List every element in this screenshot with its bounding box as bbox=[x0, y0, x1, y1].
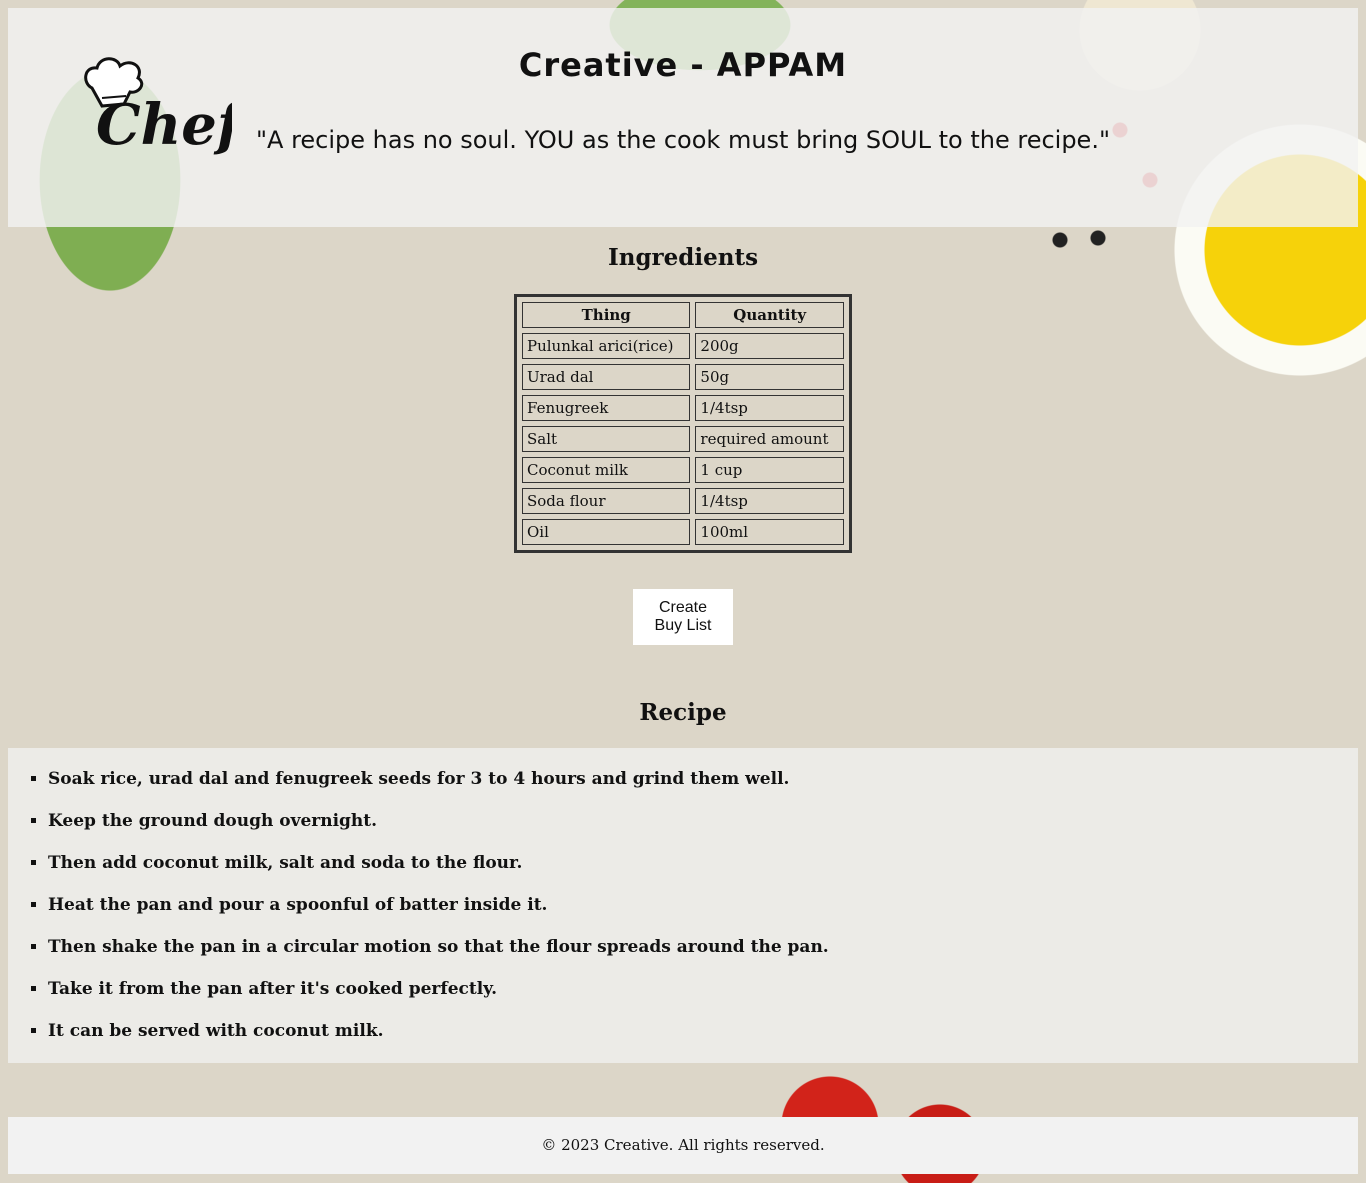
recipe-steps-list: Soak rice, urad dal and fenugreek seeds … bbox=[8, 748, 1358, 1062]
ingredient-quantity: 200g bbox=[695, 333, 844, 359]
list-item: Then shake the pan in a circular motion … bbox=[48, 936, 1358, 978]
ingredient-quantity: 50g bbox=[695, 364, 844, 390]
header-quote: "A recipe has no soul. YOU as the cook m… bbox=[255, 126, 1110, 154]
ingredient-quantity: 1 cup bbox=[695, 457, 844, 483]
page-title: Creative - APPAM bbox=[518, 46, 848, 84]
ingredient-name: Salt bbox=[522, 426, 691, 452]
logo-text: Chef bbox=[96, 92, 232, 158]
ingredients-heading: Ingredients bbox=[607, 244, 759, 271]
table-row: Coconut milk 1 cup bbox=[522, 457, 844, 483]
list-item: Take it from the pan after it's cooked p… bbox=[48, 978, 1358, 1020]
ingredient-name: Coconut milk bbox=[522, 457, 691, 483]
footer: © 2023 Creative. All rights reserved. bbox=[8, 1117, 1358, 1174]
column-header-thing: Thing bbox=[522, 302, 691, 328]
ingredient-quantity: 1/4tsp bbox=[695, 395, 844, 421]
footer-copyright: © 2023 Creative. All rights reserved. bbox=[541, 1136, 825, 1154]
ingredient-name: Fenugreek bbox=[522, 395, 691, 421]
create-buy-list-button[interactable]: Create Buy List bbox=[633, 589, 733, 645]
table-row: Pulunkal arici(rice) 200g bbox=[522, 333, 844, 359]
ingredient-quantity: 100ml bbox=[695, 519, 844, 545]
site-header: Chef Creative - APPAM "A recipe has no s… bbox=[8, 8, 1358, 227]
list-item: Then add coconut milk, salt and soda to … bbox=[48, 852, 1358, 894]
list-item: Keep the ground dough overnight. bbox=[48, 810, 1358, 852]
buy-button-label-line1: Create bbox=[658, 599, 708, 616]
recipe-heading: Recipe bbox=[639, 699, 727, 726]
table-row: Oil 100ml bbox=[522, 519, 844, 545]
table-row: Fenugreek 1/4tsp bbox=[522, 395, 844, 421]
table-row: Salt required amount bbox=[522, 426, 844, 452]
table-row: Soda flour 1/4tsp bbox=[522, 488, 844, 514]
ingredients-table: Thing Quantity Pulunkal arici(rice) 200g… bbox=[514, 294, 852, 553]
list-item: Heat the pan and pour a spoonful of batt… bbox=[48, 894, 1358, 936]
column-header-quantity: Quantity bbox=[695, 302, 844, 328]
table-row: Urad dal 50g bbox=[522, 364, 844, 390]
recipe-section: Soak rice, urad dal and fenugreek seeds … bbox=[8, 748, 1358, 1063]
ingredient-quantity: required amount bbox=[695, 426, 844, 452]
list-item: Soak rice, urad dal and fenugreek seeds … bbox=[48, 768, 1358, 810]
list-item: It can be served with coconut milk. bbox=[48, 1020, 1358, 1062]
ingredient-name: Oil bbox=[522, 519, 691, 545]
ingredient-name: Soda flour bbox=[522, 488, 691, 514]
ingredient-name: Urad dal bbox=[522, 364, 691, 390]
table-header-row: Thing Quantity bbox=[522, 302, 844, 328]
buy-button-label-line2: Buy List bbox=[654, 617, 712, 634]
ingredient-name: Pulunkal arici(rice) bbox=[522, 333, 691, 359]
ingredient-quantity: 1/4tsp bbox=[695, 488, 844, 514]
